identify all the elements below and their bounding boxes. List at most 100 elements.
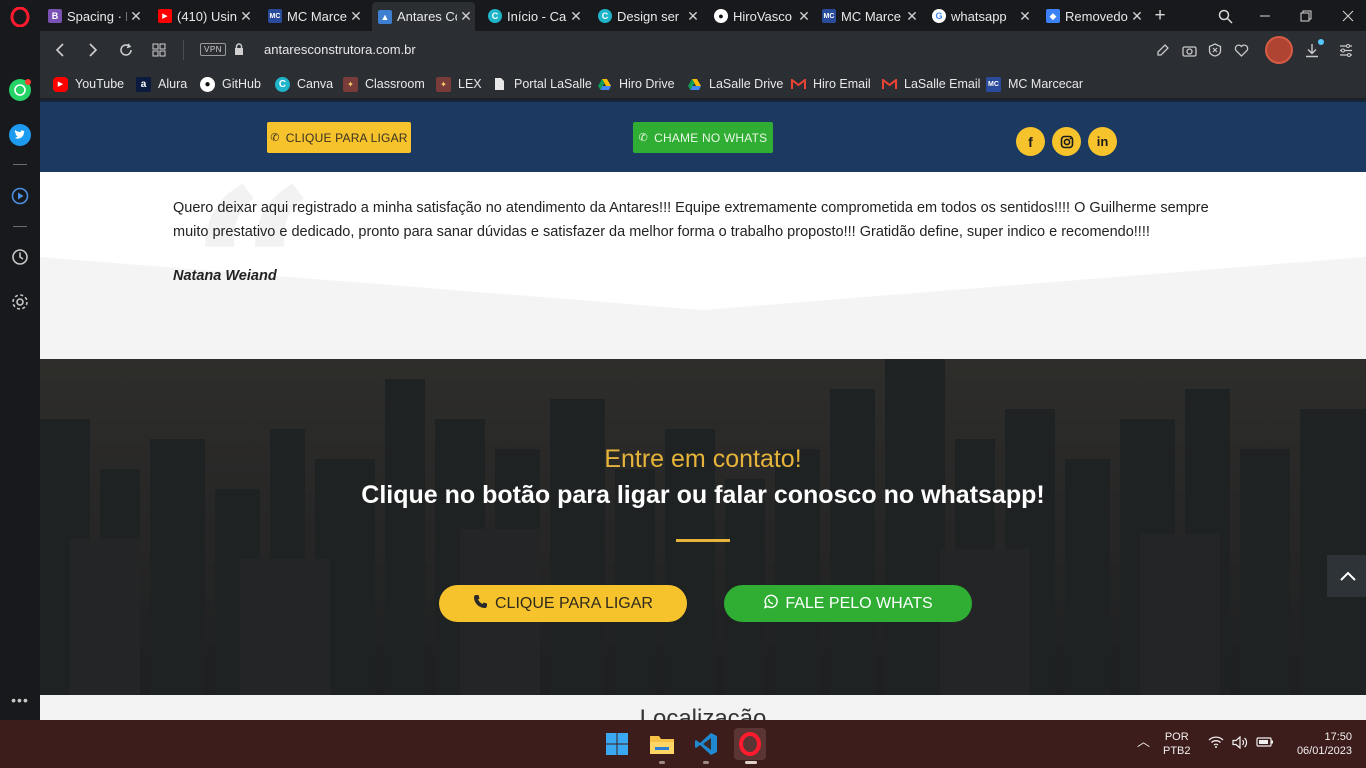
tabs-grid-icon[interactable] bbox=[148, 39, 170, 61]
close-icon[interactable]: ✕ bbox=[457, 8, 475, 25]
call-button[interactable]: CLIQUE PARA LIGAR bbox=[439, 585, 687, 622]
bookmark-label: LEX bbox=[458, 77, 482, 91]
mc-marcecar-icon: MC bbox=[986, 76, 1001, 92]
close-icon[interactable]: ✕ bbox=[903, 8, 921, 25]
search-tabs-icon[interactable] bbox=[1214, 5, 1236, 27]
chevron-up-icon[interactable]: ︿ bbox=[1137, 735, 1150, 749]
tab[interactable]: B Spacing · B ✕ bbox=[42, 3, 145, 29]
adblock-icon[interactable] bbox=[1205, 40, 1225, 60]
language-label: POR bbox=[1164, 731, 1189, 743]
bookmark-label: Portal LaSalle bbox=[514, 77, 592, 91]
history-icon[interactable] bbox=[9, 246, 31, 268]
tab[interactable]: G whatsapp ✕ bbox=[926, 3, 1034, 29]
linkedin-icon[interactable]: in bbox=[1088, 127, 1117, 156]
bookmark-hiro-email[interactable]: Hiro Email bbox=[791, 75, 871, 93]
bookmark-youtube[interactable]: ▶ YouTube bbox=[53, 75, 124, 93]
wifi-icon[interactable] bbox=[1208, 736, 1224, 752]
sidebar-separator bbox=[13, 226, 27, 227]
clock[interactable]: 17:50 06/01/2023 bbox=[1288, 730, 1352, 758]
opera-logo-icon[interactable] bbox=[9, 6, 31, 28]
canva-icon: C bbox=[488, 9, 502, 23]
phone-icon: ✆ bbox=[638, 132, 649, 144]
file-explorer-icon[interactable] bbox=[646, 728, 678, 760]
tab[interactable]: MC MC Marce ✕ bbox=[262, 3, 365, 29]
bookmark-lasalle-drive[interactable]: LaSalle Drive bbox=[687, 75, 783, 93]
close-window-icon[interactable] bbox=[1337, 5, 1359, 27]
vscode-icon[interactable] bbox=[690, 728, 722, 760]
bookmark-label: GitHub bbox=[222, 77, 261, 91]
bookmark-label: Hiro Email bbox=[813, 77, 871, 91]
alura-icon: a bbox=[136, 76, 151, 92]
bookmark-classroom[interactable]: ✦ Classroom bbox=[343, 75, 425, 93]
remove-bg-icon: ◆ bbox=[1046, 9, 1060, 23]
title-underline bbox=[676, 539, 730, 542]
vpn-badge[interactable]: VPN bbox=[200, 43, 226, 56]
back-icon[interactable] bbox=[49, 39, 71, 61]
instagram-icon[interactable] bbox=[1052, 127, 1081, 156]
tab-active[interactable]: ▲ Antares Co ✕ bbox=[372, 2, 475, 31]
tab[interactable]: C Início - Ca ✕ bbox=[482, 3, 585, 29]
volume-icon[interactable] bbox=[1232, 735, 1248, 753]
topbar-whats-button[interactable]: ✆ CHAME NO WHATS bbox=[633, 122, 773, 153]
heart-icon[interactable] bbox=[1231, 40, 1251, 60]
windows-taskbar: ︿ POR PTB2 17:50 06/01/2023 bbox=[0, 720, 1366, 768]
address-bar: VPN antaresconstrutora.com.br bbox=[40, 31, 1366, 69]
location-title: Localização bbox=[639, 705, 767, 720]
opera-taskbar-icon[interactable] bbox=[734, 728, 766, 760]
tab[interactable]: ◆ Removedo ✕ bbox=[1040, 3, 1146, 29]
close-icon[interactable]: ✕ bbox=[127, 8, 145, 25]
close-icon[interactable]: ✕ bbox=[1016, 8, 1034, 25]
bookmark-lex[interactable]: ✦ LEX bbox=[436, 75, 482, 93]
tab[interactable]: ● HiroVasco ✕ bbox=[708, 3, 813, 29]
edit-icon[interactable] bbox=[1153, 40, 1173, 60]
windows-start-icon[interactable] bbox=[601, 728, 633, 760]
tab[interactable]: ▶ (410) Using ✕ bbox=[152, 3, 255, 29]
bookmark-portal-lasalle[interactable]: Portal LaSalle bbox=[492, 75, 592, 93]
lock-icon[interactable] bbox=[234, 43, 244, 61]
canva-icon: C bbox=[275, 76, 290, 92]
bookmark-github[interactable]: ● GitHub bbox=[200, 75, 261, 93]
city-skyline-background bbox=[40, 359, 1366, 695]
tab[interactable]: MC MC Marce ✕ bbox=[816, 3, 921, 29]
bookmark-alura[interactable]: a Alura bbox=[136, 75, 187, 93]
contact-title: Clique no botão para ligar ou falar cono… bbox=[361, 481, 1045, 509]
scroll-to-top-button[interactable] bbox=[1327, 555, 1366, 597]
restore-icon[interactable] bbox=[1295, 5, 1317, 27]
bookmark-mc-marcecar[interactable]: MC MC Marcecar bbox=[986, 75, 1083, 93]
player-icon[interactable] bbox=[9, 185, 31, 207]
twitter-icon[interactable] bbox=[9, 124, 31, 146]
drive-icon bbox=[597, 77, 612, 92]
topbar-call-button[interactable]: ✆ CLIQUE PARA LIGAR bbox=[267, 122, 411, 153]
bookmark-canva[interactable]: C Canva bbox=[275, 75, 333, 93]
facebook-icon[interactable]: f bbox=[1016, 127, 1045, 156]
tab-title: Design ser bbox=[617, 8, 680, 24]
more-icon[interactable]: ••• bbox=[9, 689, 31, 711]
close-icon[interactable]: ✕ bbox=[567, 8, 585, 25]
language-indicator[interactable]: POR PTB2 bbox=[1163, 730, 1191, 758]
tab[interactable]: C Design ser ✕ bbox=[592, 3, 702, 29]
bookmark-label: Hiro Drive bbox=[619, 77, 675, 91]
bookmark-lasalle-email[interactable]: LaSalle Email bbox=[882, 75, 980, 93]
close-icon[interactable]: ✕ bbox=[1128, 8, 1146, 25]
download-indicator-dot bbox=[1318, 39, 1324, 45]
close-icon[interactable]: ✕ bbox=[795, 8, 813, 25]
close-icon[interactable]: ✕ bbox=[684, 8, 702, 25]
close-icon[interactable]: ✕ bbox=[237, 8, 255, 25]
contact-section: Entre em contato! Clique no botão para l… bbox=[40, 359, 1366, 695]
bookmark-hiro-drive[interactable]: Hiro Drive bbox=[597, 75, 675, 93]
url-field[interactable]: antaresconstrutora.com.br bbox=[264, 42, 416, 57]
settings-icon[interactable] bbox=[9, 291, 31, 313]
forward-icon[interactable] bbox=[82, 39, 104, 61]
close-icon[interactable]: ✕ bbox=[347, 8, 365, 25]
easy-setup-icon[interactable] bbox=[1336, 40, 1356, 60]
avatar[interactable] bbox=[1265, 36, 1293, 64]
tab-title: whatsapp bbox=[951, 8, 1007, 24]
date-label: 06/01/2023 bbox=[1296, 745, 1352, 757]
minimize-icon[interactable] bbox=[1254, 5, 1276, 27]
whatsapp-button[interactable]: FALE PELO WHATS bbox=[724, 585, 972, 622]
battery-icon[interactable] bbox=[1256, 736, 1274, 752]
sidebar-separator bbox=[13, 164, 27, 165]
new-tab-icon[interactable]: + bbox=[1149, 5, 1171, 27]
camera-icon[interactable] bbox=[1179, 40, 1199, 60]
reload-icon[interactable] bbox=[115, 39, 137, 61]
